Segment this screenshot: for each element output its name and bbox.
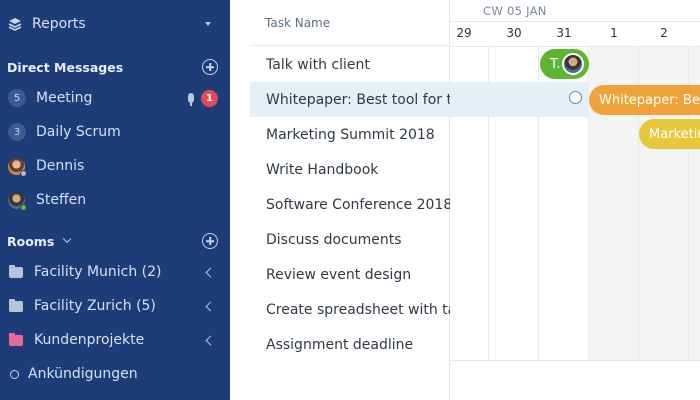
task-list: Task Name Talk with client Whitepaper: B… xyxy=(230,0,450,400)
column-header-task-name[interactable]: Task Name xyxy=(250,0,450,46)
sidebar: Reports Direct Messages 5 Meeting 1 3 Da… xyxy=(0,0,230,400)
day-label: 30 xyxy=(506,26,522,40)
week-label: CW 05 JAN xyxy=(483,4,547,18)
day-label: 31 xyxy=(556,26,572,40)
app-window: Reports Direct Messages 5 Meeting 1 3 Da… xyxy=(0,0,700,400)
room-item-label: Kundenprojekte xyxy=(34,332,145,348)
room-item-ankuendigungen[interactable]: Ankündigungen xyxy=(0,359,230,389)
circle-icon xyxy=(10,369,19,379)
caret-down-icon xyxy=(205,22,211,26)
day-label: 1 xyxy=(610,26,618,40)
dm-item-meeting[interactable]: 5 Meeting 1 xyxy=(0,83,230,113)
status-dot xyxy=(20,169,27,177)
header-divider xyxy=(450,21,700,22)
task-row-selected[interactable]: Whitepaper: Best tool for te xyxy=(250,82,450,117)
day-label: 2 xyxy=(660,26,668,40)
chevron-left-icon[interactable] xyxy=(205,267,216,277)
room-item-label: Facility Zurich (5) xyxy=(34,298,156,314)
dm-item-label: Meeting xyxy=(36,90,93,106)
timeline-bottom-border xyxy=(450,360,700,361)
bar-label: Whitepaper: Best xyxy=(599,92,700,108)
folder-icon xyxy=(9,332,23,346)
avatar xyxy=(8,157,27,177)
task-row[interactable]: Create spreadsheet with tas xyxy=(250,292,450,327)
room-item-label: Facility Munich (2) xyxy=(34,264,162,280)
bar-label: T. xyxy=(550,56,561,72)
member-count-badge: 3 xyxy=(8,123,26,141)
dependency-handle-icon[interactable] xyxy=(569,91,582,104)
room-item-facility-munich[interactable]: Facility Munich (2) xyxy=(0,257,230,287)
task-row[interactable]: Software Conference 2018 - xyxy=(250,187,450,222)
avatar xyxy=(562,53,584,75)
room-item-label: Ankündigungen xyxy=(28,366,138,382)
section-heading: Rooms xyxy=(7,233,55,249)
sidebar-item-reports[interactable]: Reports xyxy=(0,9,230,39)
status-dot xyxy=(20,203,27,211)
folder-icon xyxy=(9,298,23,312)
room-item-facility-zurich[interactable]: Facility Zurich (5) xyxy=(0,291,230,321)
gantt-bar-marketing-summit[interactable]: Marketing xyxy=(639,119,700,149)
day-label: 29 xyxy=(456,26,472,40)
dm-item-label: Steffen xyxy=(36,192,87,208)
chevron-down-icon[interactable] xyxy=(63,234,72,244)
task-row[interactable]: Marketing Summit 2018 xyxy=(250,117,450,152)
folder-icon xyxy=(9,264,23,278)
task-row[interactable]: Review event design xyxy=(250,257,450,292)
add-direct-message-icon[interactable] xyxy=(202,59,218,75)
member-count-badge: 5 xyxy=(8,89,26,107)
dm-item-steffen[interactable]: Steffen xyxy=(0,185,230,215)
bar-label: Marketing xyxy=(649,126,700,142)
dm-item-daily-scrum[interactable]: 3 Daily Scrum xyxy=(0,117,230,147)
room-item-kundenprojekte[interactable]: Kundenprojekte xyxy=(0,325,230,355)
task-row[interactable]: Write Handbook xyxy=(250,152,450,187)
rooms-header: Rooms xyxy=(0,226,230,256)
layers-icon xyxy=(8,18,22,31)
selected-row-highlight xyxy=(450,82,589,117)
sidebar-item-label: Reports xyxy=(32,16,86,32)
microphone-icon xyxy=(188,93,194,106)
dm-item-label: Daily Scrum xyxy=(36,124,121,140)
direct-messages-header: Direct Messages xyxy=(0,52,230,82)
gantt-bar-whitepaper[interactable]: Whitepaper: Best xyxy=(589,85,700,115)
column-header-label: Task Name xyxy=(265,15,331,30)
section-heading: Direct Messages xyxy=(7,59,124,75)
task-row[interactable]: Talk with client xyxy=(250,47,450,82)
task-row[interactable]: Discuss documents xyxy=(250,222,450,257)
unread-badge: 1 xyxy=(201,89,218,107)
chevron-left-icon[interactable] xyxy=(205,301,216,311)
dm-item-dennis[interactable]: Dennis xyxy=(0,151,230,181)
dm-item-label: Dennis xyxy=(36,158,85,174)
chevron-left-icon[interactable] xyxy=(205,335,216,345)
gantt-timeline: CW 05 JAN 29 30 31 1 2 T. Whitepaper: Be… xyxy=(450,0,700,400)
add-room-icon[interactable] xyxy=(202,233,218,249)
avatar xyxy=(8,191,27,211)
task-row[interactable]: Assignment deadline xyxy=(250,327,450,362)
